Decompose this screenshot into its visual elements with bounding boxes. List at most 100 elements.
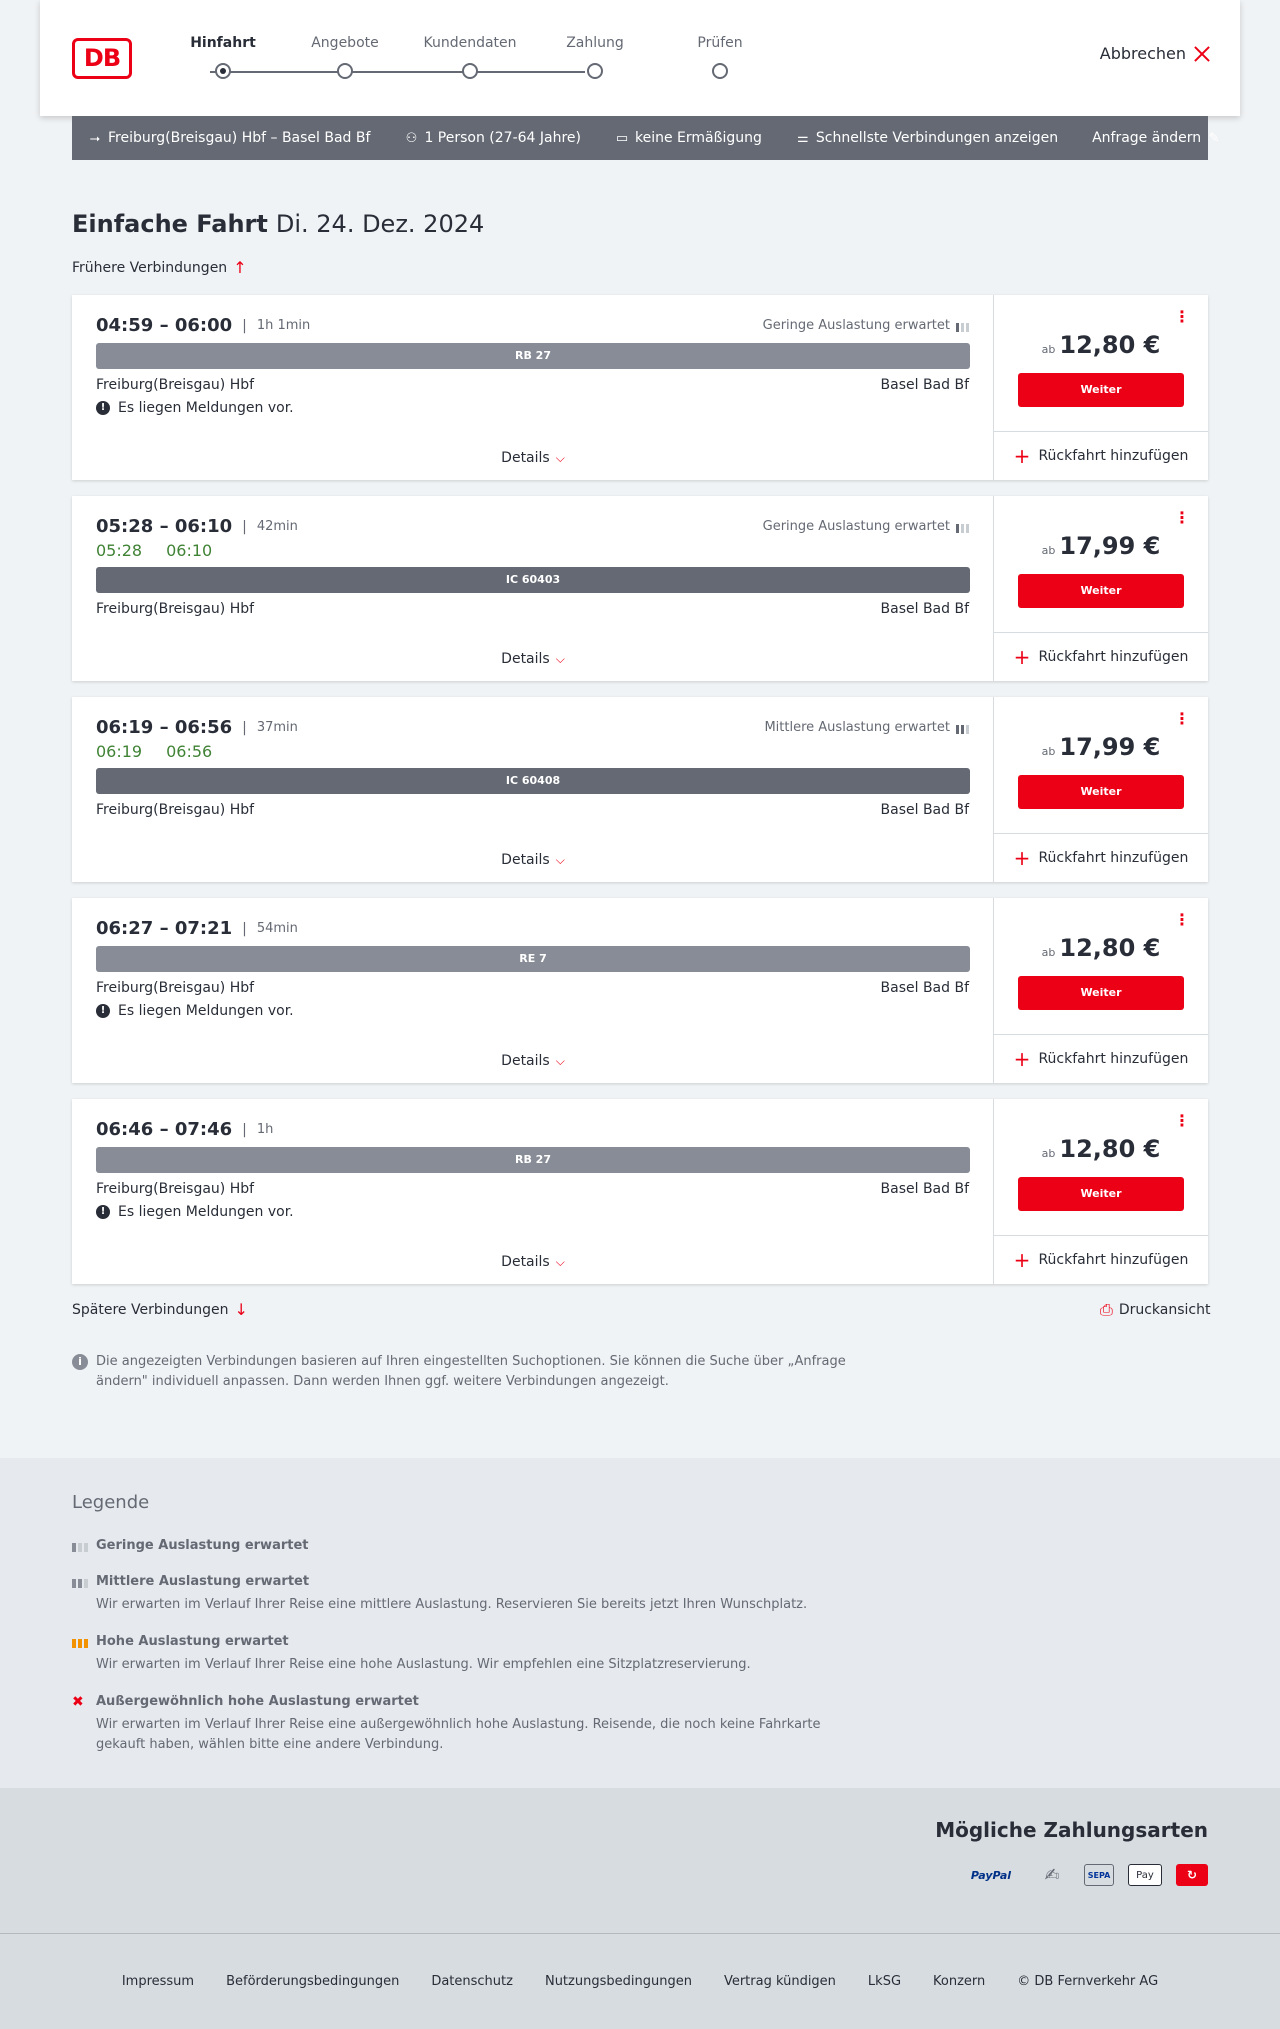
details-toggle[interactable]: Details ⌵: [72, 1254, 994, 1270]
train-bar: IC 60403: [96, 567, 970, 593]
step-label: Hinfahrt: [190, 35, 256, 51]
price: ab 12,80 €: [994, 934, 1208, 962]
realtime-departure: 06:19: [96, 742, 143, 761]
details-toggle[interactable]: Details ⌵: [72, 1053, 994, 1069]
price: ab 17,99 €: [994, 532, 1208, 560]
more-options-icon[interactable]: ⋮: [1174, 309, 1190, 325]
price-value: 12,80 €: [1059, 1135, 1161, 1163]
footer-link-datenschutz[interactable]: Datenschutz: [431, 1974, 513, 1989]
connection-info[interactable]: 04:59 – 06:00 | 1h 1min Geringe Auslastu…: [72, 295, 994, 480]
footer-link-lksg[interactable]: LkSG: [868, 1974, 901, 1989]
occupancy-low-icon: [72, 1540, 88, 1552]
occupancy-text: Geringe Auslastung erwartet: [762, 519, 950, 534]
search-summary-bar: ⭢ Freiburg(Breisgau) Hbf – Basel Bad Bf …: [72, 116, 1220, 160]
chevron-down-icon: ⌵: [555, 652, 565, 666]
step-label: Prüfen: [697, 35, 743, 51]
departure-station: Freiburg(Breisgau) Hbf: [96, 980, 255, 996]
message-text: Es liegen Meldungen vor.: [118, 1003, 294, 1019]
separator: |: [242, 719, 247, 736]
footer-link-nutzungsbedingungen[interactable]: Nutzungsbedingungen: [545, 1974, 692, 1989]
occupancy-text: Geringe Auslastung erwartet: [762, 318, 950, 333]
travelers-summary[interactable]: ⚇ 1 Person (27-64 Jahre): [404, 130, 581, 146]
route-summary[interactable]: ⭢ Freiburg(Breisgau) Hbf – Basel Bad Bf: [88, 130, 371, 146]
more-options-icon[interactable]: ⋮: [1174, 912, 1190, 928]
continue-button[interactable]: Weiter: [1018, 574, 1184, 608]
db-card-icon: ↻: [1176, 1864, 1208, 1886]
route-text: Freiburg(Breisgau) Hbf – Basel Bad Bf: [108, 130, 371, 146]
later-label: Spätere Verbindungen: [72, 1301, 229, 1318]
apple-pay-label: Pay: [1136, 1869, 1154, 1881]
later-connections-link[interactable]: Spätere Verbindungen ↓: [72, 1300, 248, 1319]
legend-item-title: Geringe Auslastung erwartet: [96, 1538, 309, 1553]
fastest-connections-toggle[interactable]: ⚌ Schnellste Verbindungen anzeigen: [796, 130, 1058, 146]
arrival-station: Basel Bad Bf: [880, 802, 969, 818]
details-toggle[interactable]: Details ⌵: [72, 450, 994, 466]
occupancy-low-icon: [956, 521, 969, 533]
step-pruefen: Prüfen: [655, 32, 785, 79]
realtime-departure: 05:28: [96, 541, 143, 560]
occupancy-medium-icon: [72, 1576, 88, 1588]
connection-info[interactable]: 06:19 – 06:56 | 37min Mittlere Auslastun…: [72, 697, 994, 882]
discount-summary[interactable]: ▭ keine Ermäßigung: [615, 130, 762, 146]
step-dot: [587, 63, 603, 79]
print-view-link[interactable]: ⎙ Druckansicht: [1100, 1300, 1210, 1320]
departure-station: Freiburg(Breisgau) Hbf: [96, 601, 255, 617]
payment-icons: PayPal ✍ SEPA Pay ↻: [962, 1864, 1208, 1886]
details-toggle[interactable]: Details ⌵: [72, 651, 994, 667]
time-range: 05:28 – 06:10: [96, 516, 233, 537]
edit-search-label: Anfrage ändern: [1092, 130, 1202, 146]
add-return-button[interactable]: + Rückfahrt hinzufügen: [994, 431, 1208, 480]
earlier-connections-link[interactable]: Frühere Verbindungen ↑: [72, 258, 247, 277]
more-options-icon[interactable]: ⋮: [1174, 510, 1190, 526]
header: DB Hinfahrt Angebote Kundendaten Zahlung…: [40, 0, 1240, 116]
edit-search-button[interactable]: Anfrage ändern ✎: [1092, 130, 1221, 146]
legend-item-low: Geringe Auslastung erwartet: [72, 1538, 872, 1553]
details-label: Details: [501, 852, 550, 868]
more-options-icon[interactable]: ⋮: [1174, 1113, 1190, 1129]
legend-item-head: Geringe Auslastung erwartet: [72, 1538, 872, 1553]
footer-link-befoerderungsbedingungen[interactable]: Beförderungsbedingungen: [226, 1974, 399, 1989]
footer-link-vertrag-kuendigen[interactable]: Vertrag kündigen: [724, 1974, 836, 1989]
footer-link-konzern[interactable]: Konzern: [933, 1974, 985, 1989]
payment-methods-section: Mögliche Zahlungsarten PayPal ✍ SEPA Pay…: [0, 1788, 1280, 1933]
card-icon: ▭: [615, 130, 629, 146]
details-toggle[interactable]: Details ⌵: [72, 852, 994, 868]
connection-times: 06:19 – 06:56 | 37min: [96, 717, 298, 738]
add-return-button[interactable]: + Rückfahrt hinzufügen: [994, 1034, 1208, 1083]
info-text: Die angezeigten Verbindungen basieren au…: [96, 1354, 846, 1389]
continue-button[interactable]: Weiter: [1018, 775, 1184, 809]
legend-item-title: Mittlere Auslastung erwartet: [96, 1574, 310, 1589]
connection-card: 05:28 – 06:10 | 42min Geringe Auslastung…: [72, 496, 1208, 681]
legend-item-very-high: ✖ Außergewöhnlich hohe Auslastung erwart…: [72, 1694, 872, 1755]
continue-button[interactable]: Weiter: [1018, 1177, 1184, 1211]
trip-type: Einfache Fahrt: [72, 210, 268, 238]
departure-station: Freiburg(Breisgau) Hbf: [96, 377, 255, 393]
add-return-label: Rückfahrt hinzufügen: [1038, 1252, 1189, 1268]
price-panel: ⋮ ab 17,99 € Weiter + Rückfahrt hinzufüge…: [994, 697, 1208, 882]
step-angebote: Angebote: [280, 32, 410, 79]
add-return-button[interactable]: + Rückfahrt hinzufügen: [994, 1235, 1208, 1284]
time-range: 04:59 – 06:00: [96, 315, 233, 336]
sepa-icon: SEPA: [1084, 1864, 1114, 1886]
add-return-button[interactable]: + Rückfahrt hinzufügen: [994, 632, 1208, 681]
add-return-button[interactable]: + Rückfahrt hinzufügen: [994, 833, 1208, 882]
footer-copyright: © DB Fernverkehr AG: [1017, 1974, 1159, 1989]
price-value: 17,99 €: [1059, 532, 1161, 560]
connection-info[interactable]: 05:28 – 06:10 | 42min Geringe Auslastung…: [72, 496, 994, 681]
connection-info[interactable]: 06:46 – 07:46 | 1h RB 27 Freiburg(Breisg…: [72, 1099, 994, 1284]
price-panel: ⋮ ab 12,80 € Weiter + Rückfahrt hinzufüge…: [994, 898, 1208, 1083]
more-options-icon[interactable]: ⋮: [1174, 711, 1190, 727]
db-logo[interactable]: DB: [72, 38, 132, 79]
message-notice: ! Es liegen Meldungen vor.: [96, 1204, 294, 1220]
connection-info[interactable]: 06:27 – 07:21 | 54min RE 7 Freiburg(Brei…: [72, 898, 994, 1083]
price-value: 12,80 €: [1059, 331, 1161, 359]
separator: |: [242, 518, 247, 535]
continue-button[interactable]: Weiter: [1018, 373, 1184, 407]
footer-link-impressum[interactable]: Impressum: [122, 1974, 194, 1989]
connection-times: 05:28 – 06:10 | 42min: [96, 516, 298, 537]
price: ab 12,80 €: [994, 331, 1208, 359]
cancel-button[interactable]: Abbrechen: [1100, 44, 1210, 63]
occupancy-info: Mittlere Auslastung erwartet: [764, 720, 969, 735]
continue-button[interactable]: Weiter: [1018, 976, 1184, 1010]
step-dot: [462, 63, 478, 79]
